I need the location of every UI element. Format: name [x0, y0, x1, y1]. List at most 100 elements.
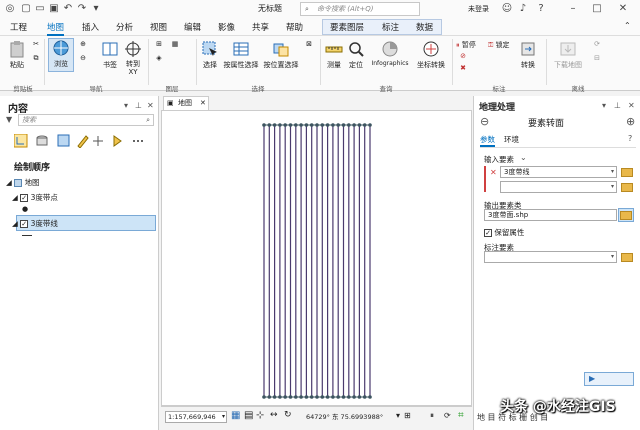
add-preset-icon[interactable]: ▦	[168, 40, 182, 48]
tab-insert[interactable]: 插入	[82, 21, 99, 33]
layer-visibility-checkbox[interactable]: ✓	[20, 194, 29, 202]
help-icon[interactable]: ?	[534, 2, 548, 16]
locate-button[interactable]: 定位	[346, 40, 366, 70]
redo-icon[interactable]: ↷	[76, 3, 88, 15]
refresh-icon[interactable]: ⟳	[444, 411, 451, 420]
close-pane-icon[interactable]: ✕	[628, 101, 635, 110]
label-features-field[interactable]: ▾	[484, 251, 617, 263]
tab-project[interactable]: 工程	[10, 21, 27, 33]
command-search-input[interactable]: ⌕ 命令搜索 (Alt+Q)	[300, 2, 420, 16]
tab-share[interactable]: 共享	[252, 21, 269, 33]
convert-button[interactable]: 转换	[516, 40, 540, 70]
map-view-tab[interactable]: ▣ 地图 ✕	[163, 96, 209, 110]
tab-help[interactable]: 帮助	[286, 21, 303, 33]
paste-button[interactable]: 粘贴	[4, 40, 30, 70]
zone-point	[347, 395, 351, 399]
browse-folder-icon[interactable]	[621, 183, 633, 192]
coordinate-conversion-button[interactable]: 坐标转换	[414, 40, 448, 70]
tab-view[interactable]: 视图	[150, 21, 167, 33]
tab-labeling[interactable]: 标注	[382, 21, 399, 33]
download-map-button[interactable]: 下载地图	[550, 40, 586, 70]
open-icon[interactable]: ▭	[34, 3, 46, 15]
save-icon[interactable]: ▣	[48, 3, 60, 15]
pause-drawing-icon[interactable]: ⏸	[430, 411, 434, 421]
run-button[interactable]: ▶	[584, 372, 634, 386]
select-by-location-button[interactable]: 按位置选择	[262, 40, 300, 70]
quick-access-menu-icon[interactable]: ▾	[90, 3, 102, 15]
layer-row-points[interactable]: ◢ ✓ 3度带点	[12, 192, 58, 203]
close-pane-icon[interactable]: ✕	[147, 101, 154, 110]
tab-data[interactable]: 数据	[416, 21, 433, 33]
new-icon[interactable]: ▢	[20, 3, 32, 15]
layer-visibility-checkbox[interactable]: ✓	[20, 220, 29, 228]
bookmark-button[interactable]: 书签	[98, 40, 122, 70]
measure-button[interactable]: 测量	[324, 40, 344, 70]
browse-output-button[interactable]	[618, 208, 634, 222]
input-feature-field-1[interactable]: 3度带线 ▾	[500, 166, 617, 178]
tab-analysis[interactable]: 分析	[116, 21, 133, 33]
pause-labeling-button[interactable]: ⏸ 暂停	[456, 40, 488, 50]
undo-icon[interactable]: ↶	[62, 3, 74, 15]
close-window-icon[interactable]: ✕	[616, 2, 630, 16]
account-icon[interactable]: ☺	[500, 2, 514, 16]
notification-bell-icon[interactable]: ♪	[516, 2, 530, 16]
back-arrow-icon[interactable]: ⊖	[480, 115, 489, 128]
basemap-icon[interactable]: ◈	[152, 54, 166, 62]
zoom-full-extent-icon[interactable]: ⊕	[76, 40, 90, 48]
infographics-button[interactable]: Infographics	[368, 40, 412, 67]
filter-icon[interactable]: ▼	[6, 115, 12, 124]
browse-folder-icon[interactable]	[621, 168, 633, 177]
map-node[interactable]: ◢ 地图	[6, 177, 40, 188]
more-labeling-icon[interactable]: ✖	[456, 64, 470, 72]
maximize-icon[interactable]: □	[590, 2, 604, 16]
help-icon[interactable]: ?	[628, 134, 632, 143]
zone-point	[278, 123, 282, 127]
input-feature-field-2[interactable]: ▾	[500, 181, 617, 193]
goto-xy-button[interactable]: 转到 XY	[122, 40, 144, 76]
minimize-icon[interactable]: –	[566, 2, 580, 16]
add-data-icon[interactable]: ⊞	[152, 40, 166, 48]
pane-options-icon[interactable]: ▾	[124, 101, 128, 110]
scale-bar-toggle-icon[interactable]: ▦	[231, 410, 240, 421]
preserve-attributes-option[interactable]: ✓ 保留属性	[484, 227, 524, 238]
map-canvas[interactable]	[161, 110, 472, 406]
tab-environments[interactable]: 环境	[504, 134, 519, 145]
browse-folder-icon[interactable]	[621, 253, 633, 262]
copy-icon[interactable]: ⧉	[30, 54, 42, 63]
select-button[interactable]: 选择	[200, 40, 220, 70]
fixed-zoom-icon[interactable]: ⊖	[76, 54, 90, 62]
sign-in-status[interactable]: 未登录	[468, 4, 489, 14]
grid-toggle-icon[interactable]: ▤	[244, 410, 253, 421]
preserve-attributes-checkbox[interactable]: ✓	[484, 229, 492, 237]
cut-icon[interactable]: ✂	[30, 40, 42, 48]
rotation-icon[interactable]: ↻	[284, 410, 292, 420]
explore-button[interactable]: 浏览	[48, 38, 74, 72]
auto-hide-pin-icon[interactable]: ⊥	[614, 101, 621, 110]
close-tab-icon[interactable]: ✕	[200, 97, 206, 109]
remove-offline-icon[interactable]: ⊟	[590, 54, 604, 62]
ribbon-collapse-icon[interactable]: ⌃	[624, 21, 631, 30]
tab-parameters[interactable]: 参数	[480, 134, 495, 147]
pan-icon[interactable]: ↔	[270, 410, 278, 420]
add-many-icon[interactable]: ⌄	[520, 153, 527, 162]
remove-input-icon[interactable]: ✕	[490, 168, 497, 177]
pane-options-icon[interactable]: ▾	[602, 101, 606, 110]
snapping-icon[interactable]: ⊹	[256, 410, 264, 421]
auto-hide-pin-icon[interactable]: ⊥	[135, 101, 142, 110]
tab-edit[interactable]: 编辑	[184, 21, 201, 33]
contents-search-input[interactable]: 搜索 ⌕	[18, 114, 154, 126]
output-feature-class-field[interactable]: 3度带面.shp	[484, 209, 617, 221]
clear-selection-icon[interactable]: ⊠	[302, 40, 316, 48]
tab-map[interactable]: 地图	[47, 21, 65, 36]
zone-point	[368, 395, 372, 399]
clipboard-icon	[10, 41, 24, 58]
coordinate-format-icon[interactable]: ▾	[396, 411, 400, 420]
view-unplaced-icon[interactable]: ⊘	[456, 52, 470, 60]
select-by-attributes-button[interactable]: 按属性选择	[222, 40, 260, 70]
map-scale-selector[interactable]: 1:157,669,946 ▾	[165, 411, 227, 423]
tab-feature-layer[interactable]: 要素图层	[330, 21, 364, 33]
sync-icon[interactable]: ⟳	[590, 40, 604, 48]
add-tool-icon[interactable]: ⊕	[626, 115, 635, 128]
tab-imagery[interactable]: 影像	[218, 21, 235, 33]
layer-row-lines[interactable]: ◢ ✓ 3度带线	[12, 218, 58, 229]
